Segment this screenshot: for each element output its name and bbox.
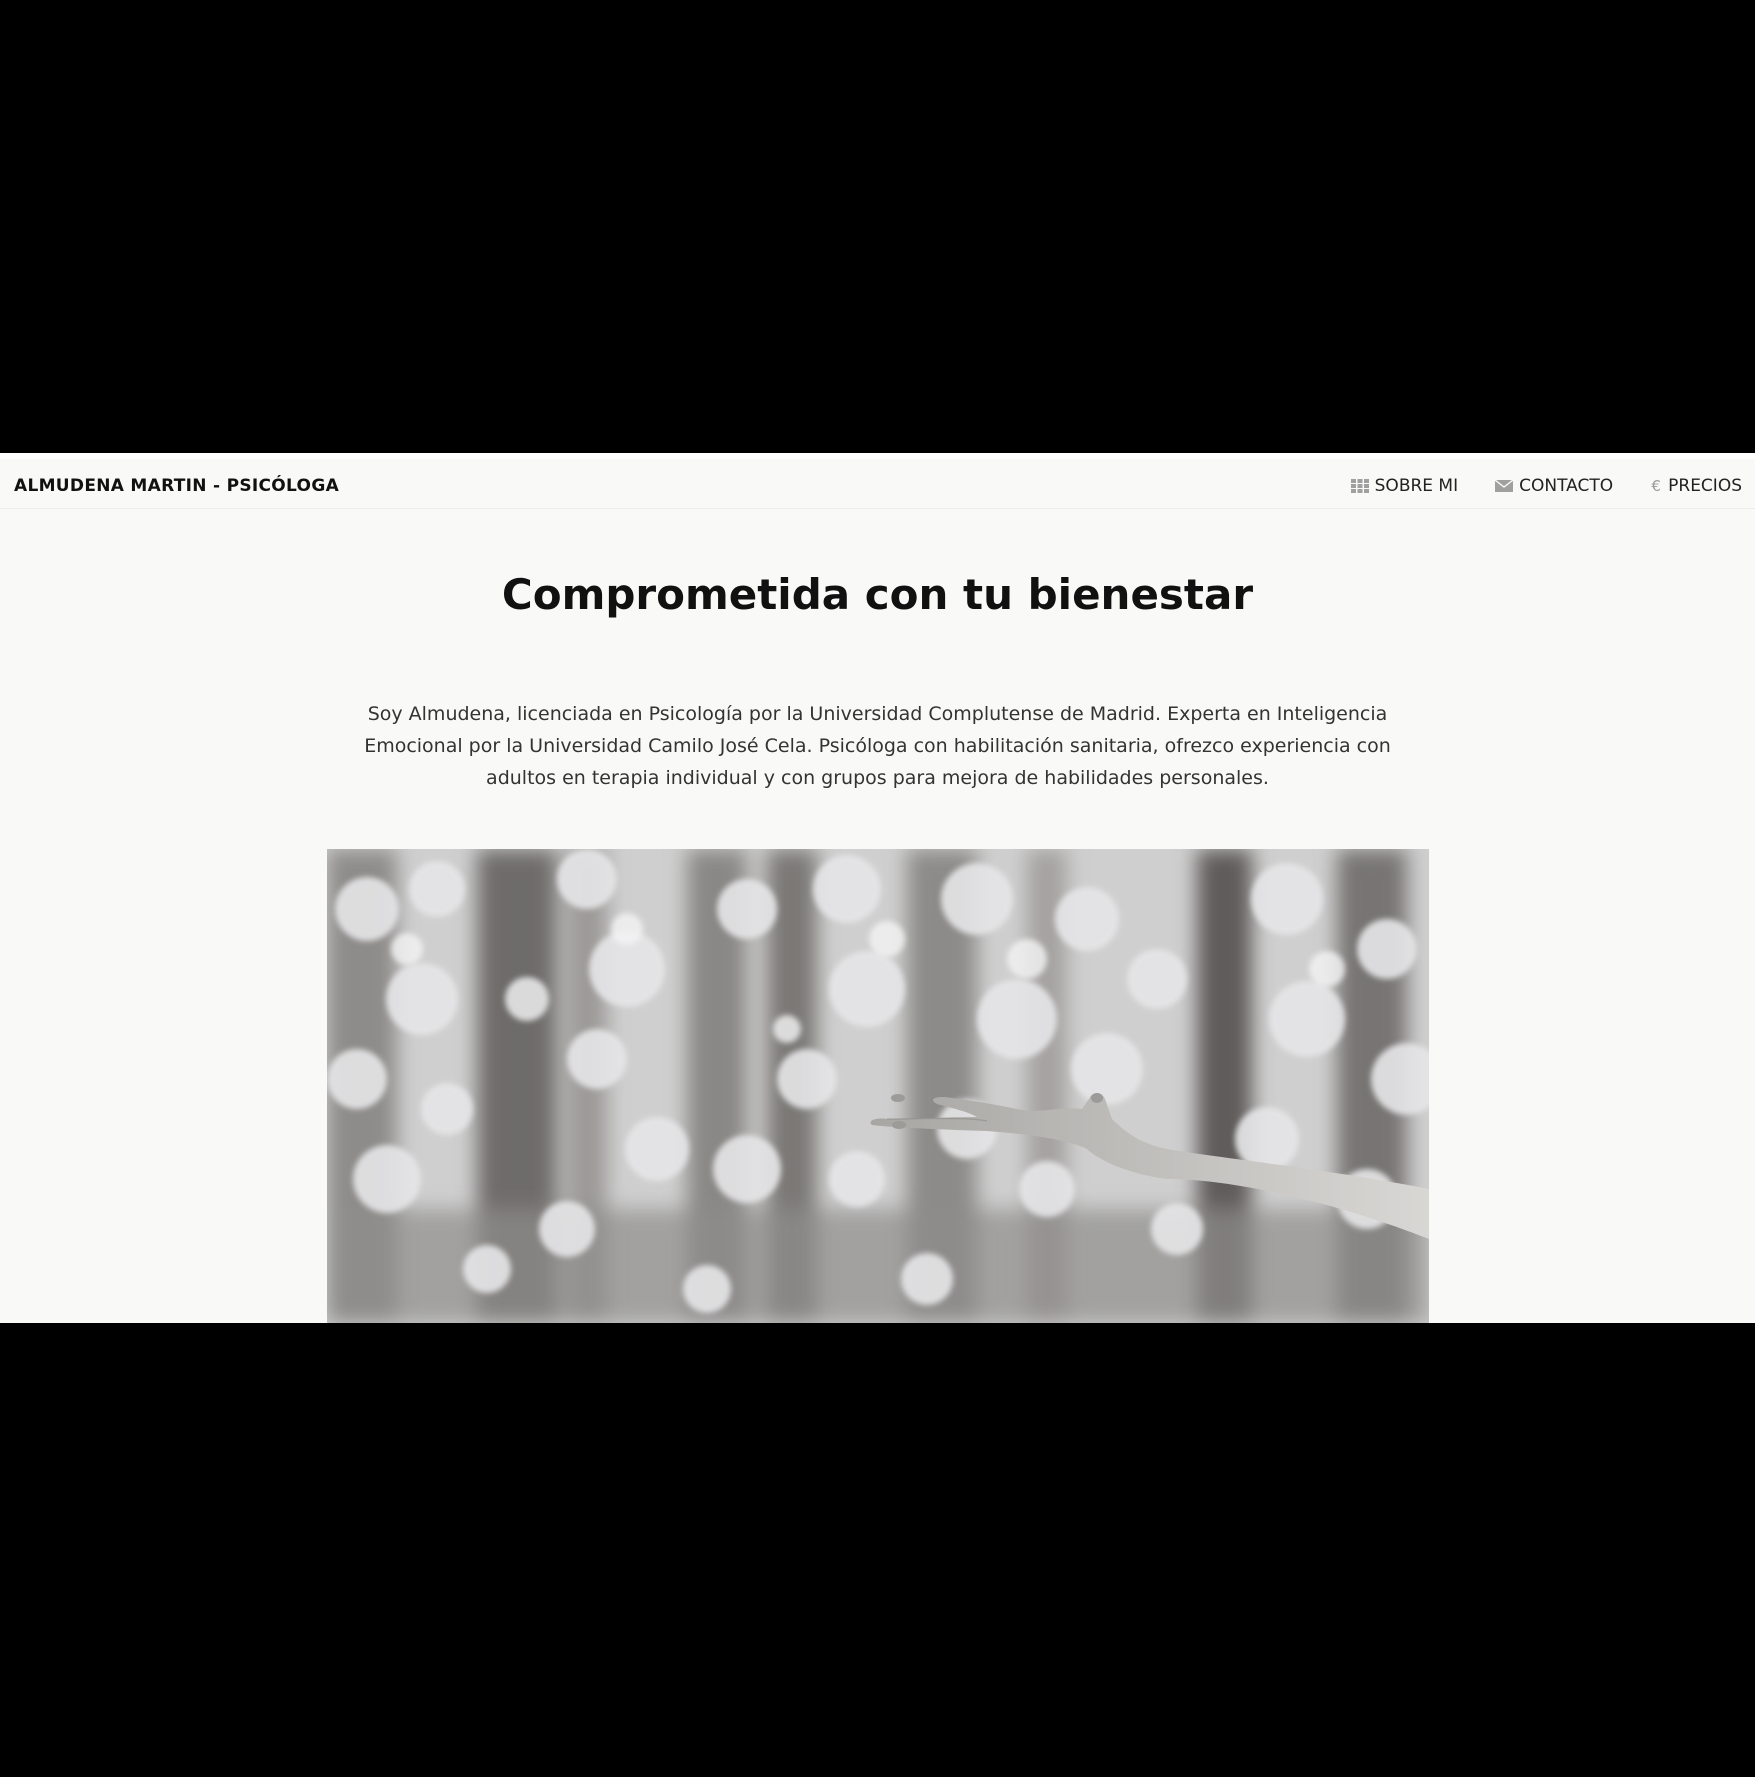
hero-photo [327,849,1429,1323]
site-brand-link[interactable]: ALMUDENA MARTIN - PSICÓLOGA [14,476,339,496]
nav-item-sobre-mi[interactable]: SOBRE MI [1350,476,1459,496]
nav-item-label: CONTACTO [1519,476,1614,496]
page-viewport: ALMUDENA MARTIN - PSICÓLOGA SOBRE MI CON… [0,453,1755,1323]
euro-icon: € [1651,476,1661,495]
letterbox-bottom [0,1323,1755,1777]
nav-item-precios[interactable]: € PRECIOS [1650,476,1742,496]
hero-photo-art [327,849,1429,1323]
envelope-icon [1494,478,1514,494]
nav-item-label: PRECIOS [1668,476,1742,496]
grid-icon [1350,478,1369,494]
letterbox-top [0,0,1755,453]
nav-links: SOBRE MI CONTACTO € PRECIOS [1350,476,1742,496]
top-navbar: ALMUDENA MARTIN - PSICÓLOGA SOBRE MI CON… [0,453,1755,509]
hero-title: Comprometida con tu bienestar [501,570,1254,619]
intro-paragraph: Soy Almudena, licenciada en Psicología p… [364,703,1391,789]
nav-item-contacto[interactable]: CONTACTO [1494,476,1614,496]
nav-item-label: SOBRE MI [1374,476,1459,496]
